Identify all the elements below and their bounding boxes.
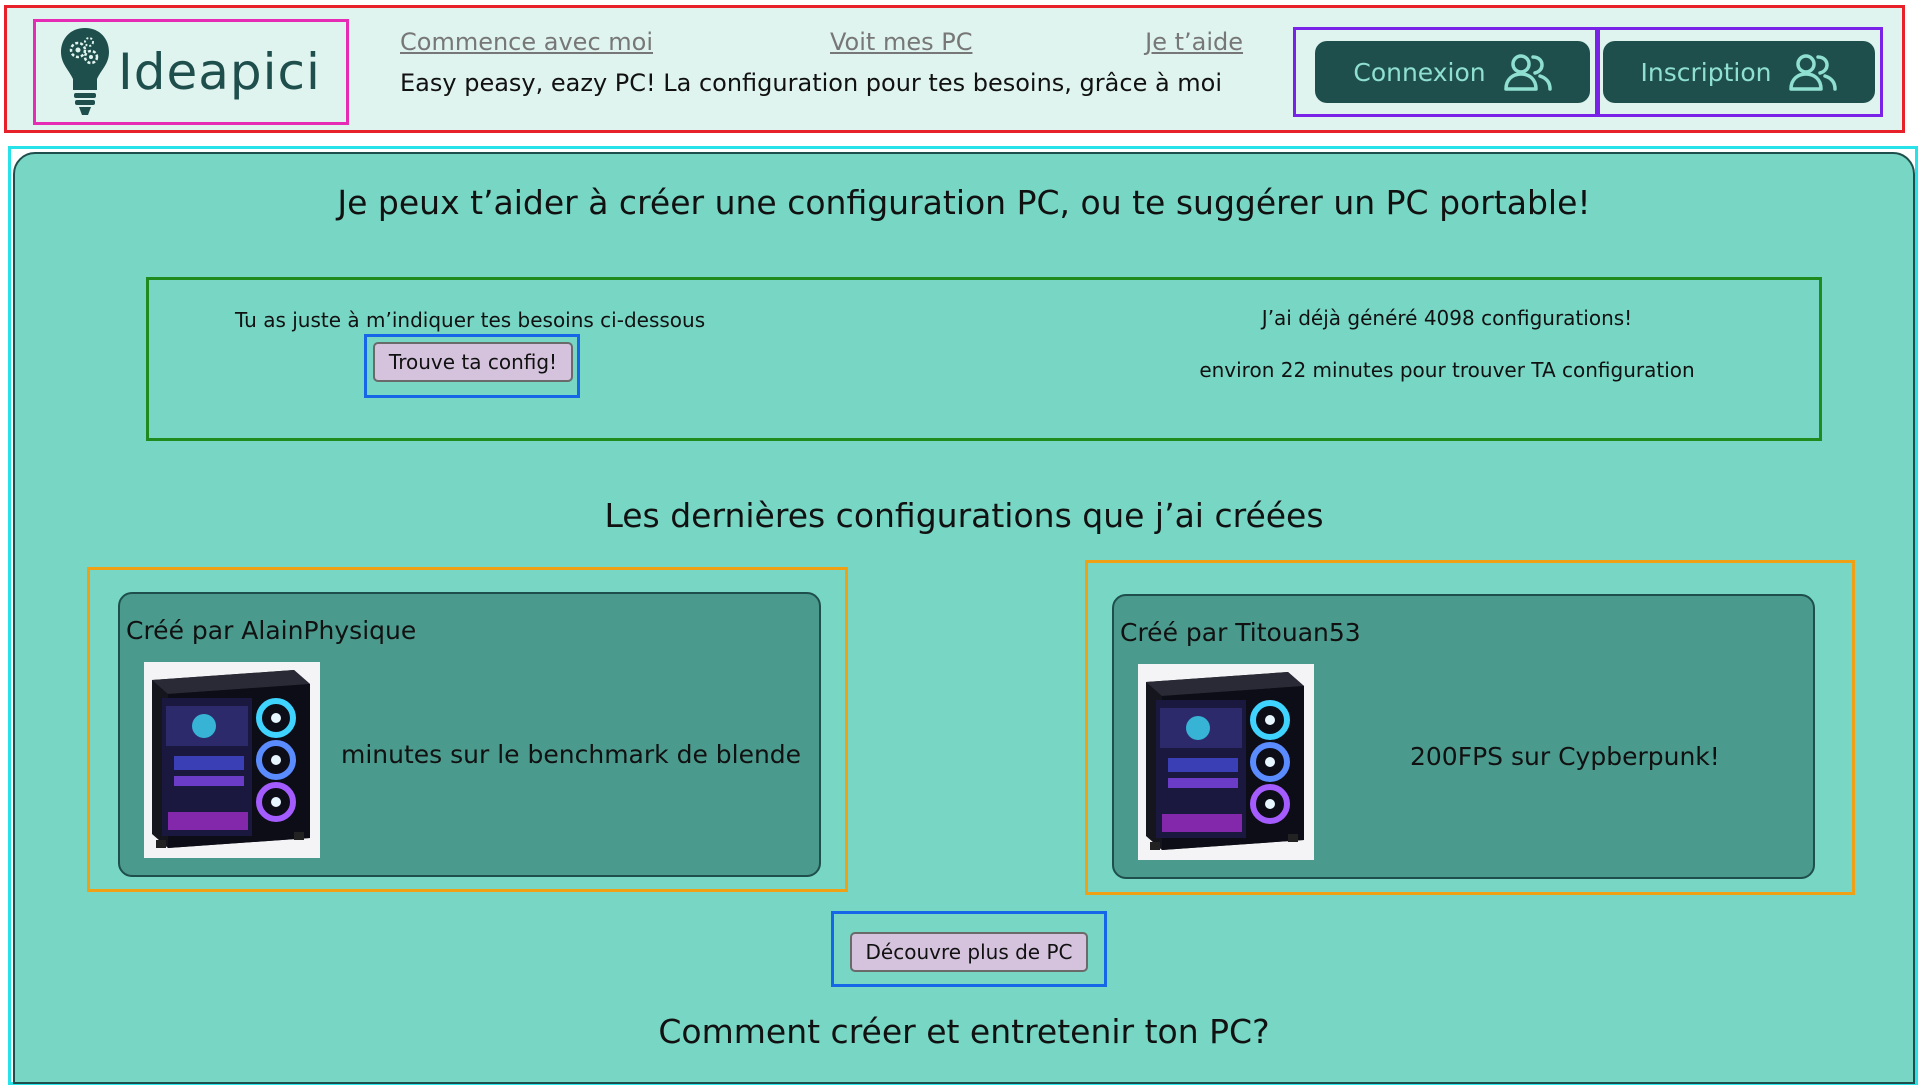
pc-image [144,662,320,858]
main-content: Je peux t’aider à créer une configuratio… [13,152,1915,1084]
signup-button-label: Inscription [1640,57,1772,87]
intro-section: Tu as juste à m’indiquer tes besoins ci-… [146,277,1822,441]
config-card[interactable]: Créé par Titouan53 200FPS sur Cypberpunk… [1112,594,1815,879]
stat-generated: J’ai déjà généré 4098 configurations! [1261,306,1633,330]
card-author: Créé par AlainPhysique [126,616,417,645]
maintain-title: Comment créer et entretenir ton PC? [658,1012,1270,1051]
card-caption: 200FPS sur Cypberpunk! [1410,742,1720,771]
tagline: Easy peasy, eazy PC! La configuration po… [400,69,1223,97]
login-button-label: Connexion [1353,57,1486,87]
stat-time: environ 22 minutes pour trouver TA confi… [1199,358,1695,382]
users-icon [1503,54,1552,91]
card-caption: minutes sur le benchmark de blende [341,740,802,769]
config-button-frame: Trouve ta config! [364,334,580,398]
intro-text: Tu as juste à m’indiquer tes besoins ci-… [235,308,706,332]
logo-text: Ideapici [118,43,321,101]
gaming-pc-case-image [1138,664,1314,860]
find-config-button[interactable]: Trouve ta config! [373,342,573,382]
config-card-frame: Créé par AlainPhysique minutes sur le be… [87,567,848,892]
card-author: Créé par Titouan53 [1120,618,1361,647]
gaming-pc-case-image [144,662,320,858]
users-icon [1789,54,1838,91]
nav-link-my-pcs[interactable]: Voit mes PC [830,28,972,56]
nav-link-help[interactable]: Je t’aide [1145,28,1243,56]
lightbulb-gears-icon [61,28,109,115]
logo[interactable]: Ideapici [33,19,349,125]
login-frame: Connexion [1293,27,1598,117]
main-frame: Je peux t’aider à créer une configuratio… [8,146,1918,1085]
pc-image [1138,664,1314,860]
page-title: Je peux t’aider à créer une configuratio… [337,183,1591,222]
login-button[interactable]: Connexion [1315,41,1590,103]
nav-link-start[interactable]: Commence avec moi [400,28,653,56]
config-card-frame: Créé par Titouan53 200FPS sur Cypberpunk… [1085,560,1855,895]
signup-frame: Inscription [1597,27,1883,117]
more-button-frame: Découvre plus de PC [831,911,1107,987]
discover-more-button[interactable]: Découvre plus de PC [850,932,1088,972]
latest-configs-title: Les dernières configurations que j’ai cr… [604,496,1324,535]
signup-button[interactable]: Inscription [1603,41,1875,103]
config-card[interactable]: Créé par AlainPhysique minutes sur le be… [118,592,821,877]
site-header: Ideapici Commence avec moi Voit mes PC J… [4,5,1905,133]
main-nav: Commence avec moi Voit mes PC Je t’aide [400,28,1243,58]
